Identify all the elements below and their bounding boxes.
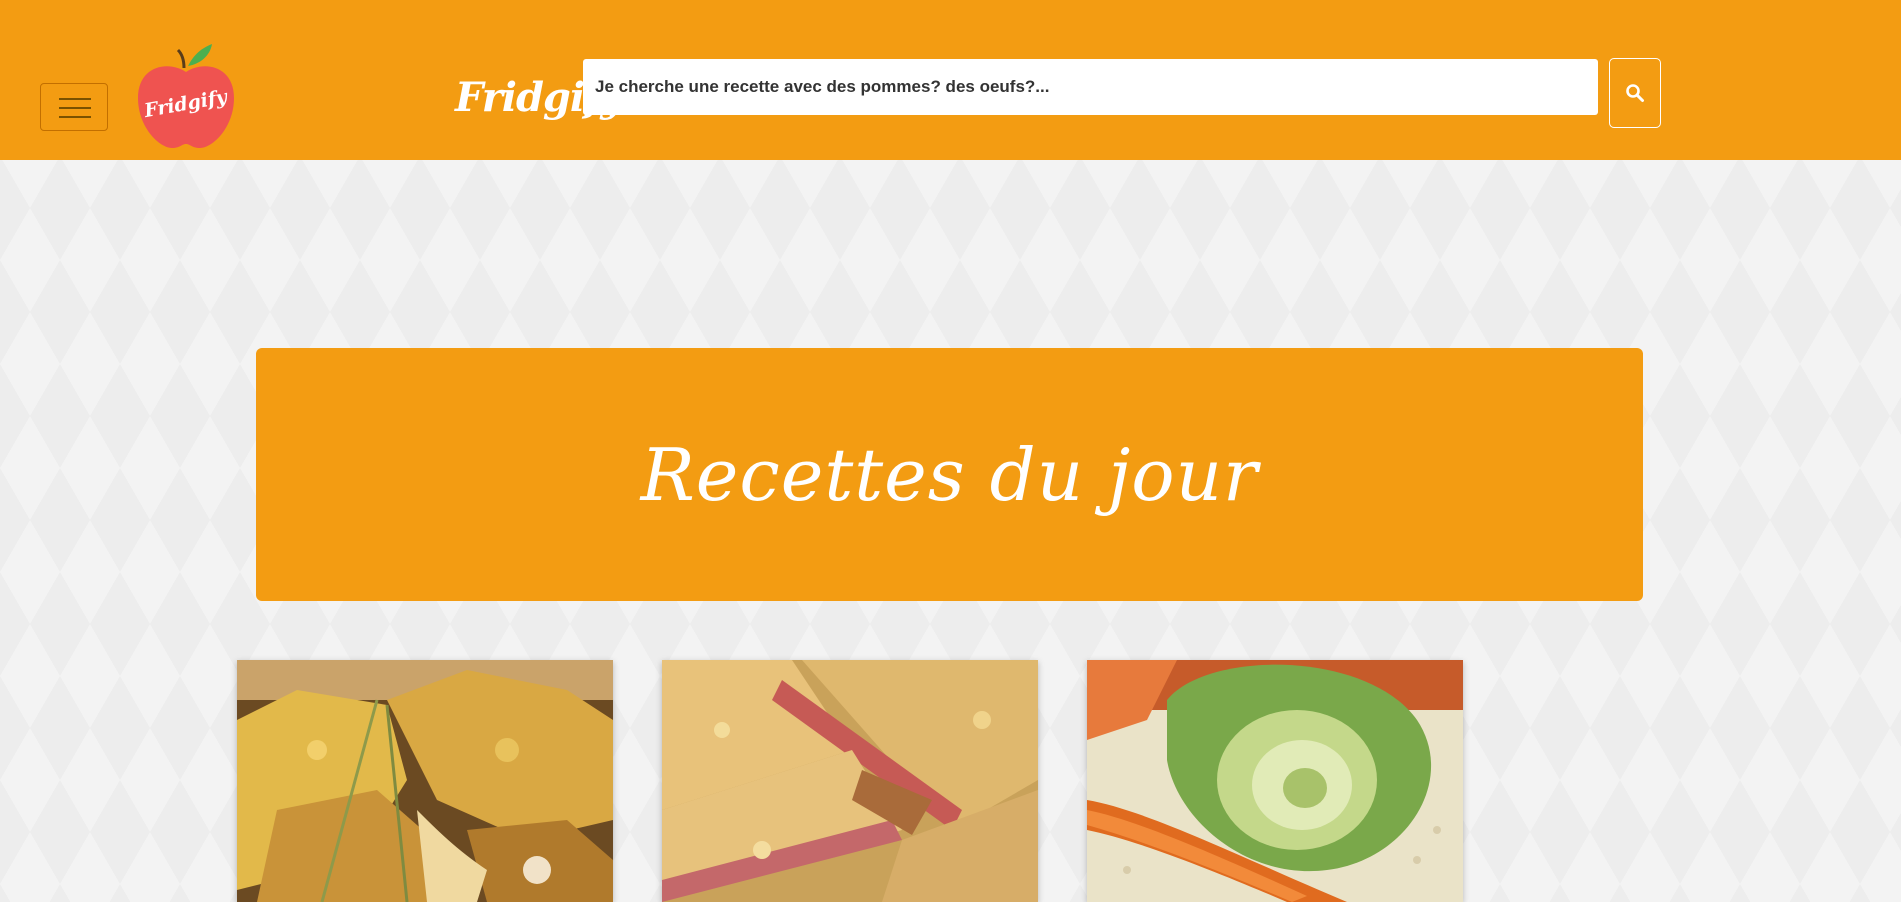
recipe-card[interactable]	[237, 660, 613, 902]
fridgify-apple-logo[interactable]: Fridgify	[136, 36, 236, 150]
hero-title: Recettes du jour	[640, 432, 1259, 517]
recipe-image-croque-gratine	[237, 660, 613, 902]
search-input[interactable]	[583, 59, 1598, 115]
recipe-image-ham-cheese-slices	[662, 660, 1038, 902]
recipe-card[interactable]	[1087, 660, 1463, 902]
daily-recipes-banner: Recettes du jour	[256, 348, 1643, 601]
search-icon	[1626, 84, 1644, 102]
top-navbar: Fridgify Fridgify	[0, 0, 1901, 160]
menu-toggle-button[interactable]	[40, 83, 108, 131]
search-button[interactable]	[1609, 58, 1661, 128]
recipe-image-couscous-vegetables	[1087, 660, 1463, 902]
recipe-card[interactable]	[662, 660, 1038, 902]
